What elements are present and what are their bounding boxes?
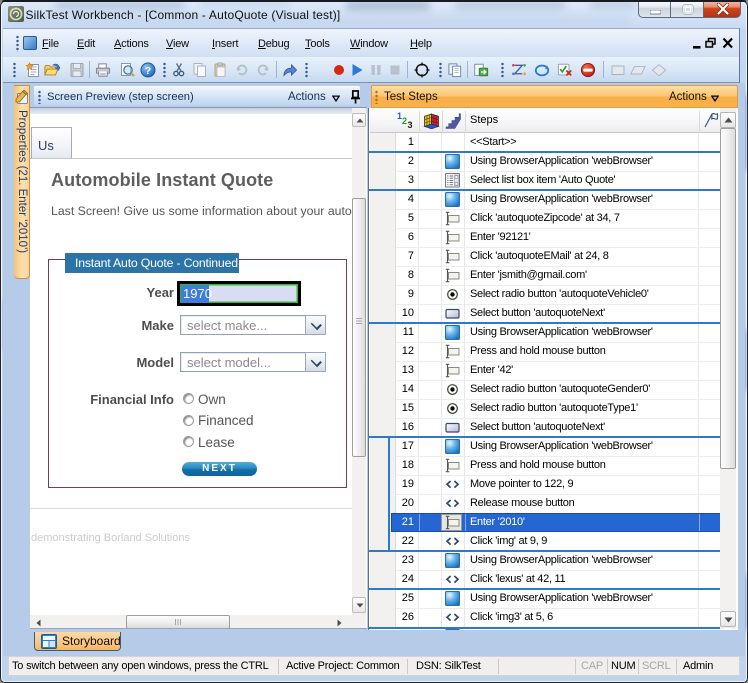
svg-text:?: ? <box>145 65 151 77</box>
